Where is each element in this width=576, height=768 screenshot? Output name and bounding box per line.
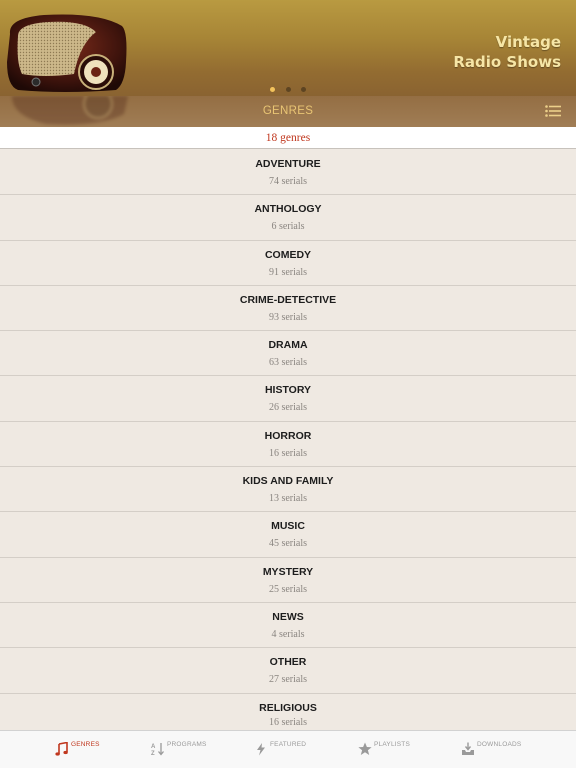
genre-name: COMEDY <box>264 248 312 261</box>
genre-serial-count: 91 serials <box>268 266 308 278</box>
section-header: GENRES <box>0 96 576 127</box>
genre-count-summary: 18 genres <box>0 127 576 149</box>
tab-programs[interactable]: A Z PROGRAMS <box>151 731 251 768</box>
genre-name: OTHER <box>269 656 307 669</box>
genre-row-other[interactable]: OTHER 27 serials <box>0 648 576 694</box>
page-title: GENRES <box>262 105 314 117</box>
genre-row-mystery[interactable]: MYSTERY 25 serials <box>0 558 576 603</box>
genre-row-adventure[interactable]: ADVENTURE 74 serials <box>0 150 576 196</box>
genre-row-religious[interactable]: RELIGIOUS 16 serials <box>0 694 576 730</box>
genre-name: DRAMA <box>268 339 308 352</box>
tab-downloads[interactable]: DOWNLOADS <box>461 731 561 768</box>
carousel-dot-3[interactable] <box>300 87 306 92</box>
svg-text:A: A <box>151 744 156 750</box>
genre-row-crime-detective[interactable]: CRIME-DETECTIVE 93 serials <box>0 286 576 332</box>
tab-label: DOWNLOADS <box>477 741 522 748</box>
tab-playlists[interactable]: PLAYLISTS <box>358 731 458 768</box>
app-title-line2: Radio Shows <box>453 53 561 71</box>
app-title: Vintage Radio Shows <box>453 32 561 72</box>
genre-serial-count: 6 serials <box>271 221 305 233</box>
genre-serial-count: 93 serials <box>268 311 308 323</box>
genre-serial-count: 74 serials <box>268 176 308 187</box>
genre-row-horror[interactable]: HORROR 16 serials <box>0 422 576 468</box>
genre-serial-count: 13 serials <box>268 493 308 505</box>
genre-name: MUSIC <box>271 520 305 533</box>
genre-serial-count: 25 serials <box>268 583 308 595</box>
tab-featured[interactable]: FEATURED <box>254 731 354 768</box>
tab-label: PROGRAMS <box>167 741 207 748</box>
genre-serial-count: 63 serials <box>268 357 308 369</box>
svg-text:Z: Z <box>151 751 155 756</box>
star-icon <box>358 742 372 755</box>
genre-name: HORROR <box>264 429 312 442</box>
tab-label: GENRES <box>71 741 100 748</box>
genre-name: KIDS AND FAMILY <box>242 475 334 488</box>
list-icon[interactable] <box>545 105 561 117</box>
genre-serial-count: 16 serials <box>268 447 308 459</box>
carousel-dot-1[interactable] <box>270 87 276 92</box>
genre-serial-count: 4 serials <box>271 628 305 640</box>
app-title-line1: Vintage <box>495 33 561 51</box>
genre-row-kids-and-family[interactable]: KIDS AND FAMILY 13 serials <box>0 467 576 513</box>
genre-name: MYSTERY <box>262 565 314 578</box>
carousel-dot-2[interactable] <box>285 87 291 92</box>
genre-name: HISTORY <box>264 384 312 397</box>
genre-name: RELIGIOUS <box>259 701 317 714</box>
tab-genres[interactable]: GENRES <box>55 731 155 768</box>
sort-az-icon: A Z <box>151 743 164 756</box>
genre-row-comedy[interactable]: COMEDY 91 serials <box>0 241 576 286</box>
genre-serial-count: 26 serials <box>268 402 308 414</box>
hero-banner: Vintage Radio Shows <box>0 0 576 96</box>
genre-serial-count: 27 serials <box>268 674 308 686</box>
genre-row-music[interactable]: MUSIC 45 serials <box>0 512 576 558</box>
genre-serial-count: 45 serials <box>268 538 308 550</box>
genre-row-drama[interactable]: DRAMA 63 serials <box>0 331 576 377</box>
carousel-page-indicator[interactable] <box>0 87 576 93</box>
music-note-icon <box>55 742 68 756</box>
genre-serial-count: 16 serials <box>268 716 308 728</box>
lightning-icon <box>257 743 265 756</box>
genre-name: ADVENTURE <box>255 158 321 170</box>
genre-name: CRIME-DETECTIVE <box>239 293 337 306</box>
genre-count-label: 18 genres <box>265 132 311 144</box>
tab-label: PLAYLISTS <box>374 741 411 748</box>
tab-label: FEATURED <box>270 741 307 748</box>
genre-name: ANTHOLOGY <box>254 203 322 216</box>
genre-row-history[interactable]: HISTORY 26 serials <box>0 376 576 422</box>
vintage-radio-image <box>7 14 127 92</box>
genre-row-news[interactable]: NEWS 4 serials <box>0 603 576 649</box>
tab-bar: GENRES A Z PROGRAMS FEATURED PLAYLISTS D… <box>0 730 576 768</box>
genre-list[interactable]: ADVENTURE 74 serials ANTHOLOGY 6 serials… <box>0 150 576 730</box>
genre-name: NEWS <box>272 610 304 623</box>
genre-row-anthology[interactable]: ANTHOLOGY 6 serials <box>0 195 576 241</box>
download-tray-icon <box>462 742 474 755</box>
